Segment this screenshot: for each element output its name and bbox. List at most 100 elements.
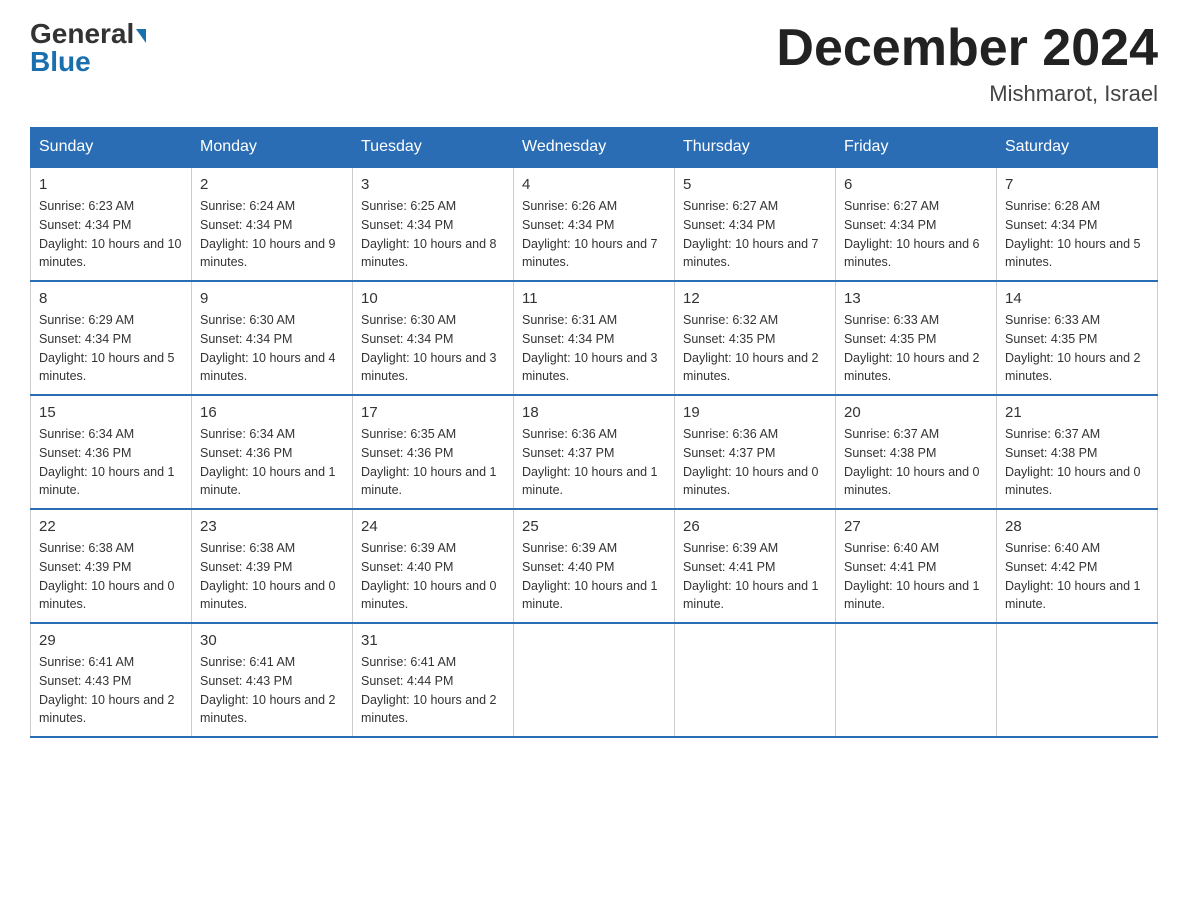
calendar-day-cell: 4 Sunrise: 6:26 AMSunset: 4:34 PMDaylight…	[514, 167, 675, 281]
day-info: Sunrise: 6:27 AMSunset: 4:34 PMDaylight:…	[844, 197, 988, 272]
day-info: Sunrise: 6:39 AMSunset: 4:41 PMDaylight:…	[683, 539, 827, 614]
col-wednesday: Wednesday	[514, 128, 675, 168]
day-number: 13	[844, 290, 988, 307]
calendar-day-cell: 28 Sunrise: 6:40 AMSunset: 4:42 PMDayligh…	[997, 509, 1158, 623]
calendar-day-cell	[836, 623, 997, 737]
day-info: Sunrise: 6:36 AMSunset: 4:37 PMDaylight:…	[522, 425, 666, 500]
col-sunday: Sunday	[31, 128, 192, 168]
day-number: 23	[200, 518, 344, 535]
day-number: 11	[522, 290, 666, 307]
day-number: 9	[200, 290, 344, 307]
calendar-day-cell: 24 Sunrise: 6:39 AMSunset: 4:40 PMDayligh…	[353, 509, 514, 623]
day-number: 30	[200, 632, 344, 649]
day-number: 25	[522, 518, 666, 535]
col-thursday: Thursday	[675, 128, 836, 168]
day-info: Sunrise: 6:32 AMSunset: 4:35 PMDaylight:…	[683, 311, 827, 386]
month-title: December 2024	[776, 20, 1158, 77]
day-number: 2	[200, 176, 344, 193]
calendar-day-cell	[675, 623, 836, 737]
day-info: Sunrise: 6:25 AMSunset: 4:34 PMDaylight:…	[361, 197, 505, 272]
calendar-day-cell: 6 Sunrise: 6:27 AMSunset: 4:34 PMDaylight…	[836, 167, 997, 281]
day-number: 26	[683, 518, 827, 535]
day-number: 20	[844, 404, 988, 421]
logo-line1: General	[30, 20, 146, 48]
calendar-day-cell: 1 Sunrise: 6:23 AMSunset: 4:34 PMDaylight…	[31, 167, 192, 281]
day-info: Sunrise: 6:24 AMSunset: 4:34 PMDaylight:…	[200, 197, 344, 272]
day-info: Sunrise: 6:34 AMSunset: 4:36 PMDaylight:…	[39, 425, 183, 500]
calendar-day-cell: 14Sunrise: 6:33 AMSunset: 4:35 PMDayligh…	[997, 281, 1158, 395]
calendar-day-cell: 30 Sunrise: 6:41 AMSunset: 4:43 PMDayligh…	[192, 623, 353, 737]
calendar-day-cell: 31 Sunrise: 6:41 AMSunset: 4:44 PMDayligh…	[353, 623, 514, 737]
calendar-day-cell: 3Sunrise: 6:25 AMSunset: 4:34 PMDaylight…	[353, 167, 514, 281]
day-info: Sunrise: 6:41 AMSunset: 4:43 PMDaylight:…	[39, 653, 183, 728]
calendar-day-cell: 21Sunrise: 6:37 AMSunset: 4:38 PMDayligh…	[997, 395, 1158, 509]
day-info: Sunrise: 6:26 AMSunset: 4:34 PMDaylight:…	[522, 197, 666, 272]
day-number: 27	[844, 518, 988, 535]
col-tuesday: Tuesday	[353, 128, 514, 168]
day-number: 28	[1005, 518, 1149, 535]
day-number: 8	[39, 290, 183, 307]
day-info: Sunrise: 6:23 AMSunset: 4:34 PMDaylight:…	[39, 197, 183, 272]
day-number: 12	[683, 290, 827, 307]
calendar-day-cell	[514, 623, 675, 737]
col-friday: Friday	[836, 128, 997, 168]
day-info: Sunrise: 6:36 AMSunset: 4:37 PMDaylight:…	[683, 425, 827, 500]
logo-line2: Blue	[30, 48, 91, 76]
calendar-table: Sunday Monday Tuesday Wednesday Thursday…	[30, 127, 1158, 738]
calendar-day-cell: 9 Sunrise: 6:30 AMSunset: 4:34 PMDaylight…	[192, 281, 353, 395]
day-number: 5	[683, 176, 827, 193]
calendar-day-cell: 25 Sunrise: 6:39 AMSunset: 4:40 PMDayligh…	[514, 509, 675, 623]
day-info: Sunrise: 6:39 AMSunset: 4:40 PMDaylight:…	[522, 539, 666, 614]
day-info: Sunrise: 6:40 AMSunset: 4:41 PMDaylight:…	[844, 539, 988, 614]
calendar-week-row-4: 22Sunrise: 6:38 AMSunset: 4:39 PMDayligh…	[31, 509, 1158, 623]
day-info: Sunrise: 6:27 AMSunset: 4:34 PMDaylight:…	[683, 197, 827, 272]
day-number: 1	[39, 176, 183, 193]
logo: General Blue	[30, 20, 146, 76]
day-info: Sunrise: 6:41 AMSunset: 4:44 PMDaylight:…	[361, 653, 505, 728]
day-info: Sunrise: 6:37 AMSunset: 4:38 PMDaylight:…	[844, 425, 988, 500]
day-number: 24	[361, 518, 505, 535]
calendar-day-cell: 27 Sunrise: 6:40 AMSunset: 4:41 PMDayligh…	[836, 509, 997, 623]
day-info: Sunrise: 6:41 AMSunset: 4:43 PMDaylight:…	[200, 653, 344, 728]
calendar-day-cell: 5 Sunrise: 6:27 AMSunset: 4:34 PMDaylight…	[675, 167, 836, 281]
day-number: 7	[1005, 176, 1149, 193]
day-info: Sunrise: 6:34 AMSunset: 4:36 PMDaylight:…	[200, 425, 344, 500]
calendar-day-cell: 17Sunrise: 6:35 AMSunset: 4:36 PMDayligh…	[353, 395, 514, 509]
calendar-day-cell: 10Sunrise: 6:30 AMSunset: 4:34 PMDayligh…	[353, 281, 514, 395]
day-info: Sunrise: 6:33 AMSunset: 4:35 PMDaylight:…	[1005, 311, 1149, 386]
day-info: Sunrise: 6:30 AMSunset: 4:34 PMDaylight:…	[361, 311, 505, 386]
day-info: Sunrise: 6:35 AMSunset: 4:36 PMDaylight:…	[361, 425, 505, 500]
logo-triangle-icon	[136, 29, 146, 43]
day-info: Sunrise: 6:29 AMSunset: 4:34 PMDaylight:…	[39, 311, 183, 386]
calendar-day-cell: 11Sunrise: 6:31 AMSunset: 4:34 PMDayligh…	[514, 281, 675, 395]
day-number: 4	[522, 176, 666, 193]
day-number: 29	[39, 632, 183, 649]
day-info: Sunrise: 6:40 AMSunset: 4:42 PMDaylight:…	[1005, 539, 1149, 614]
day-info: Sunrise: 6:38 AMSunset: 4:39 PMDaylight:…	[39, 539, 183, 614]
day-info: Sunrise: 6:30 AMSunset: 4:34 PMDaylight:…	[200, 311, 344, 386]
day-info: Sunrise: 6:33 AMSunset: 4:35 PMDaylight:…	[844, 311, 988, 386]
day-number: 6	[844, 176, 988, 193]
title-area: December 2024 Mishmarot, Israel	[776, 20, 1158, 107]
day-info: Sunrise: 6:37 AMSunset: 4:38 PMDaylight:…	[1005, 425, 1149, 500]
col-saturday: Saturday	[997, 128, 1158, 168]
day-info: Sunrise: 6:38 AMSunset: 4:39 PMDaylight:…	[200, 539, 344, 614]
calendar-day-cell: 23 Sunrise: 6:38 AMSunset: 4:39 PMDayligh…	[192, 509, 353, 623]
day-number: 19	[683, 404, 827, 421]
calendar-day-cell: 7Sunrise: 6:28 AMSunset: 4:34 PMDaylight…	[997, 167, 1158, 281]
col-monday: Monday	[192, 128, 353, 168]
day-number: 18	[522, 404, 666, 421]
day-number: 15	[39, 404, 183, 421]
calendar-day-cell	[997, 623, 1158, 737]
calendar-header-row: Sunday Monday Tuesday Wednesday Thursday…	[31, 128, 1158, 168]
day-number: 31	[361, 632, 505, 649]
calendar-day-cell: 15 Sunrise: 6:34 AMSunset: 4:36 PMDayligh…	[31, 395, 192, 509]
calendar-day-cell: 2 Sunrise: 6:24 AMSunset: 4:34 PMDaylight…	[192, 167, 353, 281]
calendar-week-row-1: 1 Sunrise: 6:23 AMSunset: 4:34 PMDaylight…	[31, 167, 1158, 281]
day-number: 16	[200, 404, 344, 421]
calendar-day-cell: 18 Sunrise: 6:36 AMSunset: 4:37 PMDayligh…	[514, 395, 675, 509]
location: Mishmarot, Israel	[776, 81, 1158, 107]
calendar-week-row-2: 8 Sunrise: 6:29 AMSunset: 4:34 PMDaylight…	[31, 281, 1158, 395]
day-info: Sunrise: 6:39 AMSunset: 4:40 PMDaylight:…	[361, 539, 505, 614]
calendar-day-cell: 22Sunrise: 6:38 AMSunset: 4:39 PMDayligh…	[31, 509, 192, 623]
